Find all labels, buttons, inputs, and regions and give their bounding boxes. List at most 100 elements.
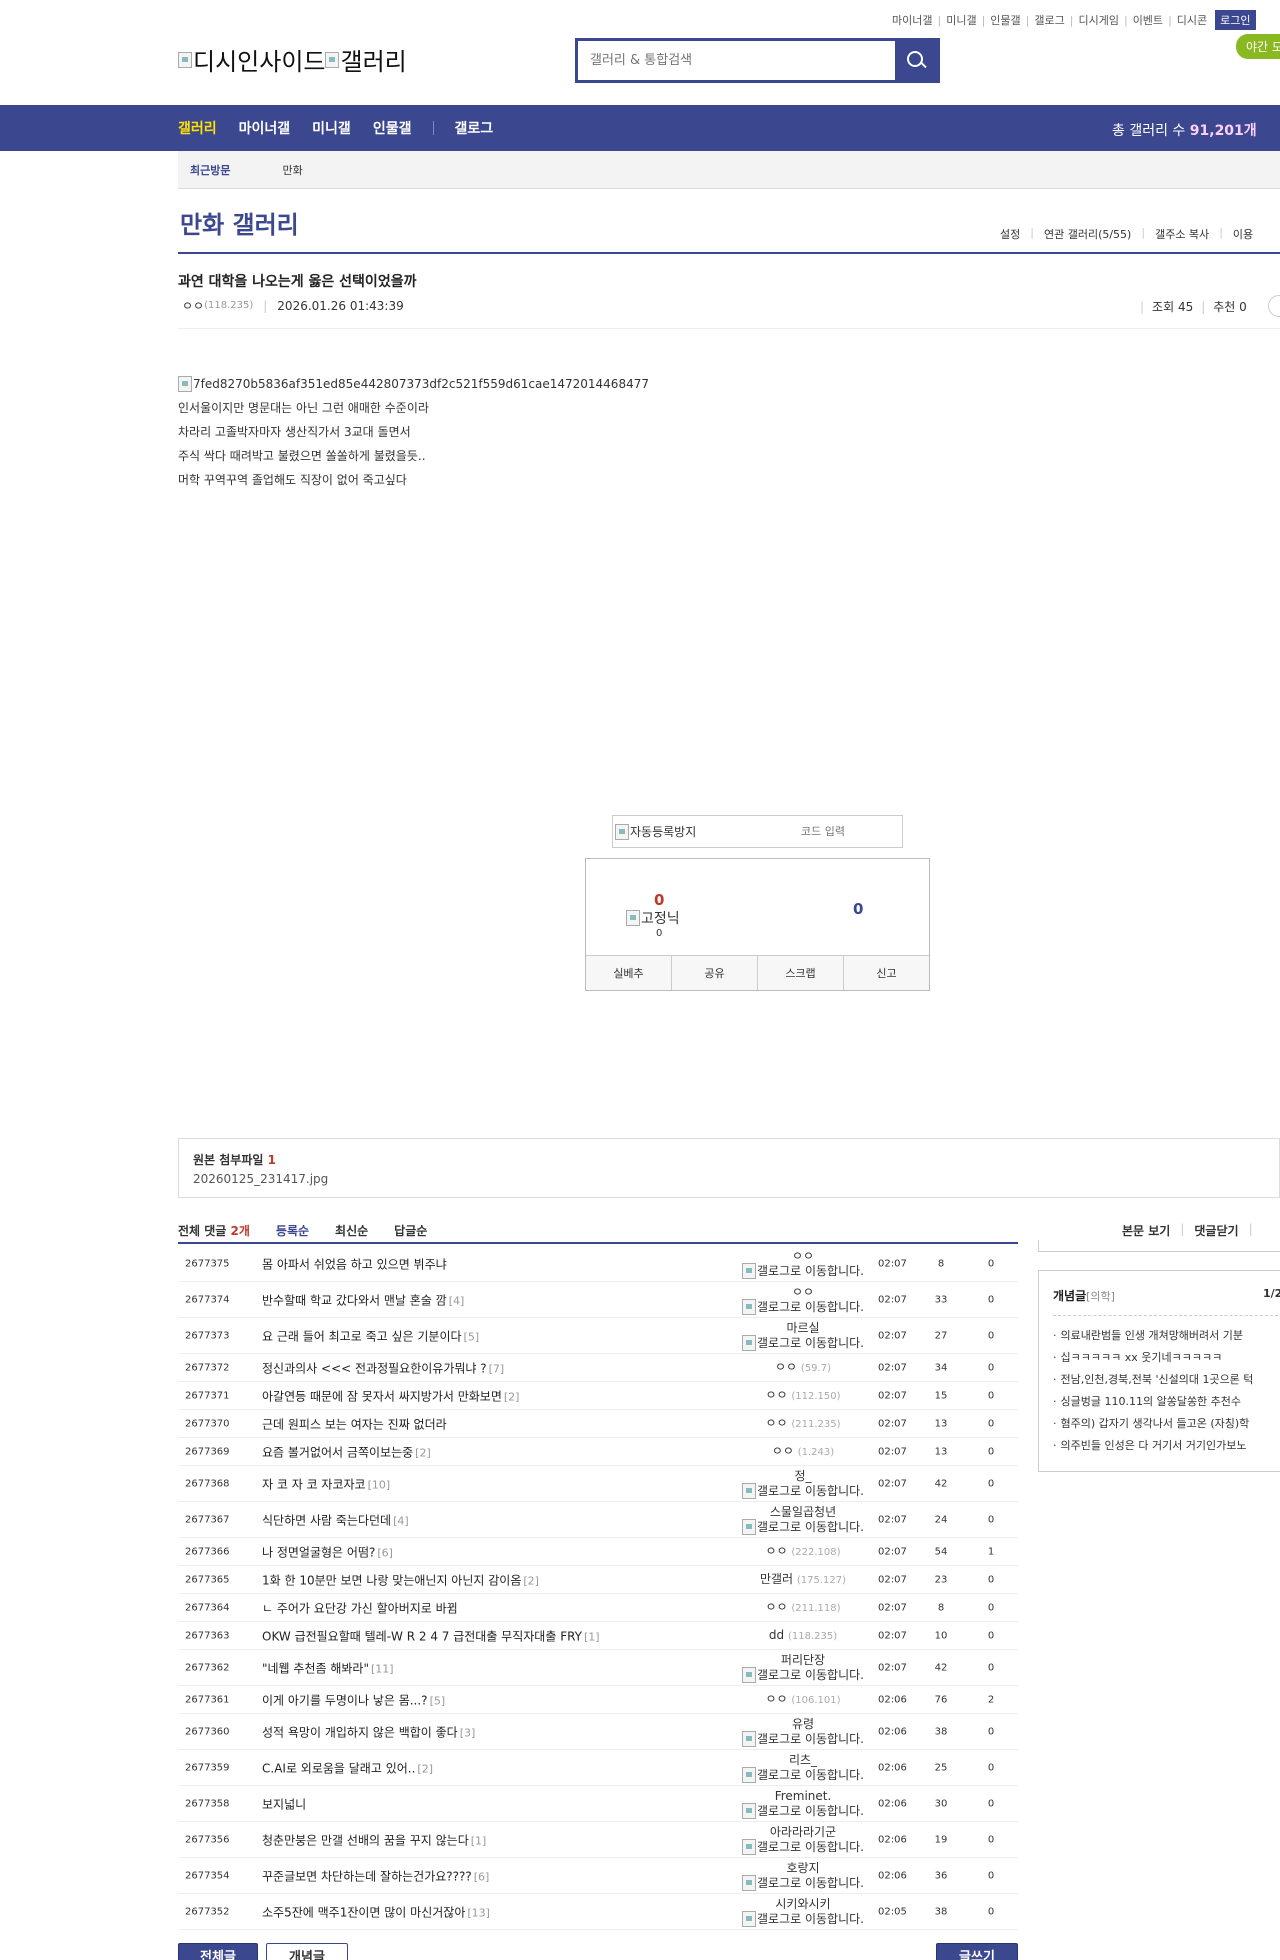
writer-nick[interactable]: ㅇㅇ: [765, 1544, 787, 1558]
table-row[interactable]: 2677356 청춘만붕은 만갤 선배의 꿈을 꾸지 않는다 [1] 아라라라기군 갤로…: [178, 1822, 1018, 1858]
writer-nick[interactable]: ㅇㅇ: [718, 1285, 888, 1299]
post-title-text[interactable]: 요즘 볼거없어서 금쪽이보는중: [262, 1445, 413, 1459]
post-writer[interactable]: ㅇㅇ (1.243): [718, 1444, 888, 1460]
gallery-tool[interactable]: 연관 갤러리(5/55): [1044, 226, 1131, 242]
recent-label[interactable]: 최근방문: [190, 162, 230, 178]
post-writer[interactable]: 호랑지 갤로그로 이동합니다.: [718, 1861, 888, 1891]
util-link[interactable]: 디시콘: [1177, 12, 1207, 28]
util-link[interactable]: 디시게임: [1078, 12, 1118, 28]
gallog-link[interactable]: 갤로그로 이동합니다.: [718, 1298, 888, 1315]
post-title-link[interactable]: 1화 한 10분만 보면 나랑 맞는애닌지 아닌지 감이옴 [2]: [262, 1571, 539, 1588]
reply-count[interactable]: [11]: [371, 1662, 394, 1675]
util-link[interactable]: 이벤트: [1133, 12, 1163, 28]
post-title-text[interactable]: 소주5잔에 맥주1잔이면 많이 마신거잖아: [262, 1905, 465, 1919]
post-title-link[interactable]: 반수할때 학교 갔다와서 맨날 혼술 깜 [4]: [262, 1291, 464, 1308]
writer-nick[interactable]: ㅇㅇ: [765, 1416, 787, 1430]
post-title-text[interactable]: 근데 원피스 보는 여자는 진짜 없더라: [262, 1417, 447, 1431]
scrap-button[interactable]: 스크랩: [758, 956, 844, 990]
gallog-link[interactable]: 갤로그로 이동합니다.: [718, 1730, 888, 1747]
gallery-tool[interactable]: 갤주소 복사: [1155, 226, 1209, 242]
post-title-link[interactable]: ㄴ 주어가 요단강 가신 할아버지로 바뀜: [262, 1599, 460, 1616]
post-writer[interactable]: 퍼리단장 갤로그로 이동합니다.: [718, 1653, 888, 1683]
post-writer[interactable]: 만갤러 (175.127): [718, 1572, 888, 1588]
post-writer[interactable]: 스물일곱청년 갤로그로 이동합니다.: [718, 1505, 888, 1535]
util-link[interactable]: 인물갤: [990, 12, 1020, 28]
post-writer[interactable]: ㅇㅇ (59.7): [718, 1360, 888, 1376]
post-writer[interactable]: ㅇㅇ 갤로그로 이동합니다.: [718, 1249, 888, 1279]
post-writer[interactable]: ㅇㅇ 갤로그로 이동합니다.: [718, 1285, 888, 1315]
writer-nick[interactable]: 정_: [718, 1469, 888, 1483]
reply-count[interactable]: [5]: [430, 1694, 446, 1707]
post-title-text[interactable]: 보지넓니: [262, 1797, 306, 1811]
post-writer[interactable]: dd (118.235): [718, 1628, 888, 1644]
writer-nick[interactable]: ㅇㅇ: [718, 1249, 888, 1263]
table-row[interactable]: 2677352 소주5잔에 맥주1잔이면 많이 마신거잖아 [13] 시키와시키 갤로그…: [178, 1894, 1018, 1930]
table-row[interactable]: 2677367 식단하면 사람 죽는다던데 [4] 스물일곱청년 갤로그로 이동합니다.…: [178, 1502, 1018, 1538]
post-title-link[interactable]: 이게 아기를 두명이나 낳은 몸...? [5]: [262, 1691, 445, 1708]
share-button[interactable]: 공유: [672, 956, 758, 990]
table-row[interactable]: 2677370 근데 원피스 보는 여자는 진짜 없더라 ㅇㅇ (211.235) 0…: [178, 1410, 1018, 1438]
post-writer[interactable]: 정_ 갤로그로 이동합니다.: [718, 1469, 888, 1499]
post-writer[interactable]: ㅇㅇ (106.101): [718, 1692, 888, 1708]
table-row[interactable]: 2677354 꾸준글보면 차단하는데 잘하는건가요???? [6] 호랑지 갤로그로 …: [178, 1858, 1018, 1894]
writer-nick[interactable]: ㅇㅇ: [765, 1388, 787, 1402]
concept-item[interactable]: 의료내란범들 인생 개쳐망해버려서 기분: [1053, 1327, 1280, 1349]
writer-nick[interactable]: 마르실: [718, 1321, 888, 1335]
table-row[interactable]: 2677372 정신과의사 <<< 전과정필요한이유가뭐냐 ? [7] ㅇㅇ (59.…: [178, 1354, 1018, 1382]
table-row[interactable]: 2677365 1화 한 10분만 보면 나랑 맞는애닌지 아닌지 감이옴 [2] 만…: [178, 1566, 1018, 1594]
post-title-link[interactable]: 꾸준글보면 차단하는데 잘하는건가요???? [6]: [262, 1867, 489, 1884]
close-comments-button[interactable]: 댓글닫기: [1194, 1222, 1238, 1239]
post-title-link[interactable]: 소주5잔에 맥주1잔이면 많이 마신거잖아 [13]: [262, 1903, 490, 1920]
downvote-count[interactable]: 0: [853, 900, 863, 918]
reply-count[interactable]: [6]: [474, 1870, 490, 1883]
gallog-link[interactable]: 갤로그로 이동합니다.: [718, 1666, 888, 1683]
post-title-link[interactable]: 아갈연등 때문에 잠 못자서 싸지방가서 만화보면 [2]: [262, 1387, 519, 1404]
table-row[interactable]: 2677361 이게 아기를 두명이나 낳은 몸...? [5] ㅇㅇ (106.10…: [178, 1686, 1018, 1714]
post-title-text[interactable]: 아갈연등 때문에 잠 못자서 싸지방가서 만화보면: [262, 1389, 502, 1403]
post-writer[interactable]: ㅇㅇ (222.108): [718, 1544, 888, 1560]
post-title-link[interactable]: 요 근래 들어 최고로 죽고 싶은 기분이다 [5]: [262, 1327, 479, 1344]
post-writer[interactable]: 시키와시키 갤로그로 이동합니다.: [718, 1897, 888, 1927]
post-title-text[interactable]: ㄴ 주어가 요단강 가신 할아버지로 바뀜: [262, 1601, 458, 1615]
reply-count[interactable]: [2]: [504, 1390, 520, 1403]
post-title-link[interactable]: 자 코 자 코 자코자코 [10]: [262, 1475, 390, 1492]
util-link[interactable]: 마이너갤: [892, 12, 932, 28]
concept-item[interactable]: 십ㅋㅋㅋㅋㅋ xx 웃기네ㅋㅋㅋㅋㅋ: [1053, 1349, 1280, 1371]
captcha-input[interactable]: [763, 825, 883, 838]
gallery-tool[interactable]: 설정: [1000, 226, 1020, 242]
post-title-link[interactable]: 식단하면 사람 죽는다던데 [4]: [262, 1511, 409, 1528]
upvote-count[interactable]: 0: [654, 891, 664, 909]
gallog-link[interactable]: 갤로그로 이동합니다.: [718, 1874, 888, 1891]
post-title-text[interactable]: 식단하면 사람 죽는다던데: [262, 1513, 391, 1527]
writer-nick[interactable]: ㅇㅇ: [772, 1444, 794, 1458]
post-title-link[interactable]: 나 정면얼굴형은 어떰? [6]: [262, 1543, 393, 1560]
post-title-link[interactable]: 몸 아파서 쉬었음 하고 있으면 뷔주냐: [262, 1255, 449, 1272]
table-row[interactable]: 2677364 ㄴ 주어가 요단강 가신 할아버지로 바뀜 ㅇㅇ (211.118)…: [178, 1594, 1018, 1622]
post-title-text[interactable]: 청춘만붕은 만갤 선배의 꿈을 꾸지 않는다: [262, 1833, 469, 1847]
reply-count[interactable]: [4]: [393, 1514, 409, 1527]
reply-count[interactable]: [6]: [377, 1546, 393, 1559]
gallery-tool[interactable]: 이용: [1233, 226, 1253, 242]
post-title-link[interactable]: 요즘 볼거없어서 금쪽이보는중 [2]: [262, 1443, 431, 1460]
sort-replies[interactable]: 답글순: [394, 1222, 427, 1239]
writer-nick[interactable]: 만갤러: [760, 1572, 793, 1586]
post-title-text[interactable]: 정신과의사 <<< 전과정필요한이유가뭐냐 ?: [262, 1361, 487, 1375]
gallog-link[interactable]: 갤로그로 이동합니다.: [718, 1482, 888, 1499]
table-row[interactable]: 2677359 C.AI로 외로움을 달래고 있어.. [2] 리츠_ 갤로그로 이동합…: [178, 1750, 1018, 1786]
post-title-text[interactable]: 이게 아기를 두명이나 낳은 몸...?: [262, 1693, 428, 1707]
concept-item[interactable]: 의주빈들 인성은 다 거기서 거기인가보노: [1053, 1437, 1280, 1459]
reply-count[interactable]: [13]: [467, 1906, 490, 1919]
table-row[interactable]: 2677368 자 코 자 코 자코자코 [10] 정_ 갤로그로 이동합니다. 02:0…: [178, 1466, 1018, 1502]
reply-count[interactable]: [7]: [489, 1362, 505, 1375]
site-logo[interactable]: 디시인사이드 갤러리: [178, 42, 407, 77]
post-writer[interactable]: Freminet. 갤로그로 이동합니다.: [718, 1789, 888, 1819]
post-title-text[interactable]: 몸 아파서 쉬었음 하고 있으면 뷔주냐: [262, 1257, 447, 1271]
reply-count[interactable]: [2]: [415, 1446, 431, 1459]
search-input[interactable]: [578, 41, 895, 80]
post-title-link[interactable]: 근데 원피스 보는 여자는 진짜 없더라: [262, 1415, 449, 1432]
post-title-text[interactable]: C.AI로 외로움을 달래고 있어..: [262, 1761, 415, 1775]
table-row[interactable]: 2677362 "네웹 추천좀 해봐라" [11] 퍼리단장 갤로그로 이동합니다. 02…: [178, 1650, 1018, 1686]
post-title-text[interactable]: 자 코 자 코 자코자코: [262, 1477, 366, 1491]
writer-nick[interactable]: Freminet.: [718, 1789, 888, 1803]
reply-count[interactable]: [10]: [368, 1478, 391, 1491]
